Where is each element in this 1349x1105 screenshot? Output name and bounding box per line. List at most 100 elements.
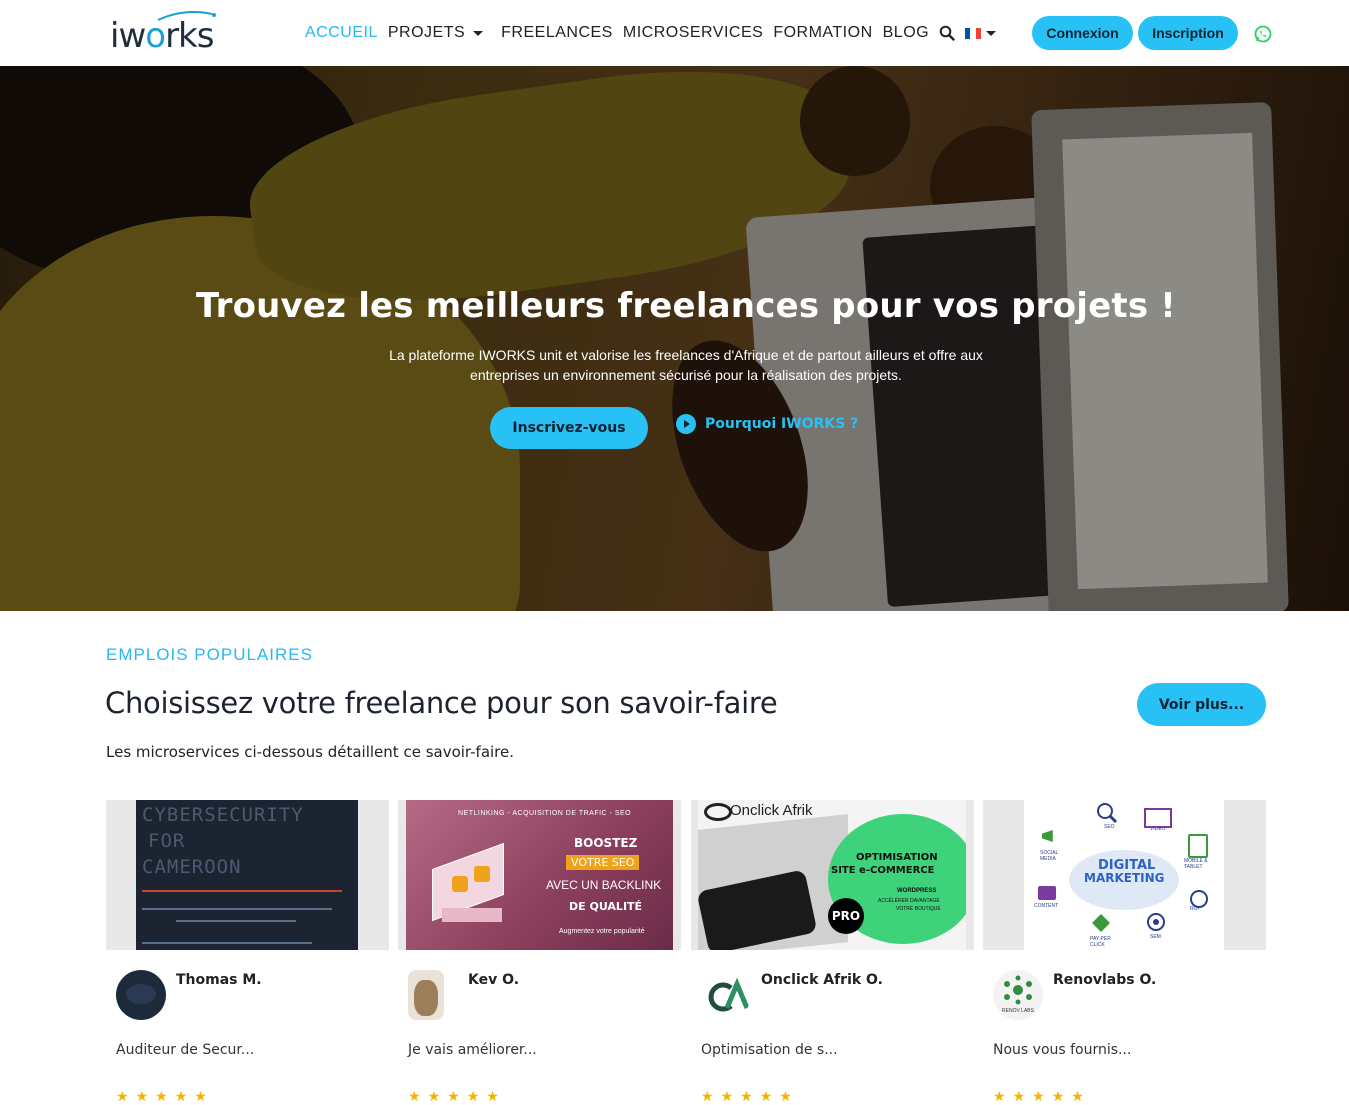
video-icon xyxy=(1144,808,1172,828)
card-description[interactable]: Je vais améliorer... xyxy=(408,1042,537,1058)
renovlabs-logo-icon: RENOV LABS xyxy=(1002,975,1035,1014)
nav-blog[interactable]: BLOG xyxy=(883,24,929,42)
card-author[interactable]: Thomas M. xyxy=(176,972,262,988)
card-description[interactable]: Auditeur de Secur... xyxy=(116,1042,254,1058)
thumb-text: DE QUALITÉ xyxy=(569,900,643,913)
thumb-text: OPTIMISATION xyxy=(856,852,938,863)
thumb-text: VOTRE SEO xyxy=(566,855,640,870)
star-icon: ★ xyxy=(135,1089,149,1105)
digital-marketing-thumbnail-image: DIGITAL MARKETING SEO VIDEO SOCIAL MEDIA… xyxy=(1024,800,1224,950)
flag-fr-icon xyxy=(965,27,982,39)
star-icon: ★ xyxy=(116,1089,129,1105)
card-thumbnail[interactable]: Onclick Afrik OPTIMISATION SITE e-COMMER… xyxy=(691,800,974,950)
avatar[interactable]: RENOV LABS xyxy=(993,970,1043,1020)
whatsapp-icon[interactable] xyxy=(1254,25,1272,43)
star-icon: ★ xyxy=(447,1089,460,1105)
avatar[interactable] xyxy=(701,970,751,1020)
logo-swoosh-icon xyxy=(157,11,216,21)
thumb-text: SEM xyxy=(1150,934,1161,940)
chevron-down-icon xyxy=(473,30,484,36)
play-circle-icon xyxy=(676,414,696,434)
thumb-text: WORDPRESS xyxy=(897,888,937,894)
star-icon: ★ xyxy=(1012,1089,1026,1105)
star-icon: ★ xyxy=(427,1089,441,1105)
money-icon xyxy=(1190,890,1208,908)
language-selector[interactable] xyxy=(965,27,1004,39)
card-description[interactable]: Nous vous fournis... xyxy=(993,1042,1131,1058)
nav-projets-label: PROJETS xyxy=(387,24,466,41)
card-thumbnail[interactable]: CYBERSECURITY FOR CAMEROON xyxy=(106,800,389,950)
card-author[interactable]: Renovlabs O. xyxy=(1053,972,1156,988)
nav-accueil[interactable]: ACCUEIL xyxy=(305,24,378,42)
star-icon: ★ xyxy=(1032,1089,1045,1105)
star-icon: ★ xyxy=(720,1089,734,1105)
onclick-afrik-logo-icon xyxy=(708,977,750,1012)
folder-icon xyxy=(1038,886,1056,900)
thumb-text: NETLINKING - ACQUISITION DE TRAFIC - SEO xyxy=(458,810,632,817)
signup-cta-button[interactable]: Inscrivez-vous xyxy=(490,407,648,449)
star-icon: ★ xyxy=(466,1089,480,1105)
thumb-text: MOBILE & TABLET xyxy=(1184,858,1208,870)
signup-button[interactable]: Inscription xyxy=(1138,16,1238,50)
card-author[interactable]: Onclick Afrik O. xyxy=(761,972,883,988)
seo-backlink-thumbnail-image: NETLINKING - ACQUISITION DE TRAFIC - SEO… xyxy=(406,800,673,950)
why-iworks-label: Pourquoi IWORKS ? xyxy=(705,416,859,432)
nav-freelances[interactable]: FREELANCES xyxy=(501,24,613,42)
hero-banner: Trouvez les meilleurs freelances pour vo… xyxy=(0,66,1349,611)
thumb-text: FOR xyxy=(148,830,186,852)
avatar[interactable] xyxy=(116,970,166,1020)
rating-stars: ★ ★ ★ ★ ★ xyxy=(408,1090,506,1104)
star-icon: ★ xyxy=(408,1089,421,1105)
section-title: Choisissez votre freelance pour son savo… xyxy=(105,686,778,720)
star-icon: ★ xyxy=(740,1089,753,1105)
pro-badge: PRO xyxy=(828,898,864,934)
nav-projets[interactable]: PROJETS xyxy=(388,24,491,42)
thumb-text: Augmentez votre popularité xyxy=(559,928,645,935)
navbar: iworks ACCUEIL PROJETS FREELANCES MICROS… xyxy=(0,0,1349,66)
nav-microservices[interactable]: MICROSERVICES xyxy=(623,24,763,42)
thumb-text: SEO xyxy=(1104,824,1115,830)
thumb-text: CONTENT xyxy=(1034,903,1059,909)
rating-stars: ★ ★ ★ ★ ★ xyxy=(993,1090,1091,1104)
service-card[interactable]: NETLINKING - ACQUISITION DE TRAFIC - SEO… xyxy=(398,800,681,1104)
nav-formation[interactable]: FORMATION xyxy=(773,24,872,42)
thumb-text: SOCIAL MEDIA xyxy=(1040,850,1059,862)
logo[interactable]: iworks xyxy=(110,10,216,56)
star-icon: ★ xyxy=(701,1089,714,1105)
thumb-text: MARKETING xyxy=(1084,871,1165,885)
service-card[interactable]: DIGITAL MARKETING SEO VIDEO SOCIAL MEDIA… xyxy=(983,800,1266,1104)
service-card[interactable]: Onclick Afrik OPTIMISATION SITE e-COMMER… xyxy=(691,800,974,1104)
why-iworks-link[interactable]: Pourquoi IWORKS ? xyxy=(676,414,858,434)
thumb-text: BOOSTEZ xyxy=(574,836,638,850)
thumb-text: ACCÉLÉRER DAVANTAGE xyxy=(878,898,940,904)
card-thumbnail[interactable]: NETLINKING - ACQUISITION DE TRAFIC - SEO… xyxy=(398,800,681,950)
login-button[interactable]: Connexion xyxy=(1032,16,1133,50)
isometric-illustration xyxy=(422,836,522,936)
ecommerce-thumbnail-image: Onclick Afrik OPTIMISATION SITE e-COMMER… xyxy=(698,800,966,950)
cybersecurity-thumbnail-image: CYBERSECURITY FOR CAMEROON xyxy=(136,800,358,950)
section-subtitle: Les microservices ci-dessous détaillent … xyxy=(106,743,515,761)
star-icon: ★ xyxy=(486,1089,499,1105)
rating-stars: ★ ★ ★ ★ ★ xyxy=(701,1090,799,1104)
thumb-text: Onclick Afrik xyxy=(730,802,813,819)
rating-stars: ★ ★ ★ ★ ★ xyxy=(116,1090,214,1104)
see-more-button[interactable]: Voir plus... xyxy=(1137,683,1266,726)
star-icon: ★ xyxy=(993,1089,1006,1105)
card-thumbnail[interactable]: DIGITAL MARKETING SEO VIDEO SOCIAL MEDIA… xyxy=(983,800,1266,950)
section-eyebrow: EMPLOIS POPULAIRES xyxy=(106,645,313,664)
main-nav: ACCUEIL PROJETS FREELANCES MICROSERVICES… xyxy=(305,24,1004,42)
star-icon: ★ xyxy=(779,1089,792,1105)
renovlabs-logo-text: RENOV LABS xyxy=(1002,1008,1035,1014)
search-icon[interactable] xyxy=(939,25,955,41)
card-author[interactable]: Kev O. xyxy=(468,972,519,988)
hero-subtitle: La plateforme IWORKS unit et valorise le… xyxy=(389,347,983,383)
star-icon: ★ xyxy=(1071,1089,1084,1105)
thumb-text: CYBERSECURITY xyxy=(142,804,304,826)
card-description[interactable]: Optimisation de s... xyxy=(701,1042,838,1058)
star-icon: ★ xyxy=(759,1089,773,1105)
service-card[interactable]: CYBERSECURITY FOR CAMEROON Thomas M. Aud… xyxy=(106,800,389,1104)
avatar[interactable] xyxy=(408,970,444,1020)
star-icon: ★ xyxy=(1051,1089,1065,1105)
star-icon: ★ xyxy=(174,1089,188,1105)
tablet-icon xyxy=(1188,834,1208,858)
